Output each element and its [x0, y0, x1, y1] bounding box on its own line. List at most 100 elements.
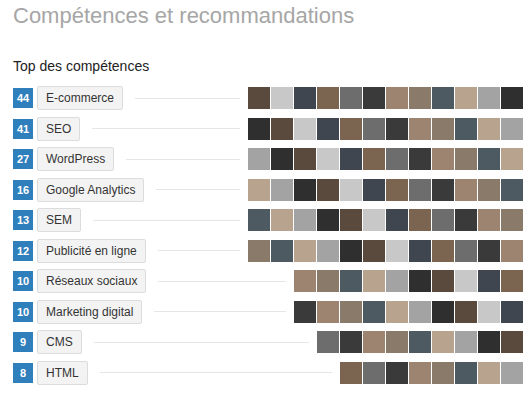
endorser-photo[interactable] — [478, 362, 500, 384]
endorser-photo[interactable] — [478, 240, 500, 262]
endorser-photo[interactable] — [409, 209, 431, 231]
endorser-photo[interactable] — [363, 270, 385, 292]
endorser-photo[interactable] — [386, 331, 408, 353]
endorser-photo[interactable] — [432, 87, 454, 109]
endorser-photo[interactable] — [432, 270, 454, 292]
endorser-photo[interactable] — [317, 240, 339, 262]
endorser-photo[interactable] — [455, 209, 477, 231]
endorser-photo[interactable] — [455, 87, 477, 109]
endorser-photo[interactable] — [294, 209, 316, 231]
endorser-photo[interactable] — [409, 331, 431, 353]
endorsement-count[interactable]: 16 — [13, 180, 33, 200]
endorsement-count[interactable]: 41 — [13, 119, 33, 139]
endorser-photo[interactable] — [478, 270, 500, 292]
endorser-photo[interactable] — [432, 148, 454, 170]
endorser-photo[interactable] — [386, 270, 408, 292]
endorser-photo[interactable] — [386, 118, 408, 140]
endorser-photo[interactable] — [455, 148, 477, 170]
endorser-photo[interactable] — [386, 209, 408, 231]
endorser-photo[interactable] — [455, 362, 477, 384]
endorser-photo[interactable] — [455, 179, 477, 201]
endorser-photo[interactable] — [248, 240, 270, 262]
skill-label[interactable]: Réseaux sociaux — [37, 269, 146, 293]
endorser-photo[interactable] — [455, 331, 477, 353]
endorser-photo[interactable] — [386, 148, 408, 170]
endorser-photo[interactable] — [248, 209, 270, 231]
endorser-photo[interactable] — [271, 118, 293, 140]
endorser-photo[interactable] — [501, 331, 523, 353]
endorser-photo[interactable] — [271, 240, 293, 262]
endorser-photo[interactable] — [409, 301, 431, 323]
endorser-photo[interactable] — [317, 87, 339, 109]
endorser-photo[interactable] — [478, 179, 500, 201]
endorser-photo[interactable] — [340, 362, 362, 384]
endorser-photo[interactable] — [294, 240, 316, 262]
endorser-photo[interactable] — [363, 179, 385, 201]
skill-label[interactable]: CMS — [37, 330, 82, 354]
endorser-photo[interactable] — [317, 179, 339, 201]
endorser-photo[interactable] — [501, 148, 523, 170]
endorser-photo[interactable] — [409, 148, 431, 170]
skill-label[interactable]: SEM — [37, 208, 81, 232]
endorsement-count[interactable]: 13 — [13, 210, 33, 230]
endorser-photo[interactable] — [432, 301, 454, 323]
endorser-photo[interactable] — [363, 118, 385, 140]
skill-label[interactable]: SEO — [37, 117, 80, 141]
endorser-photo[interactable] — [455, 270, 477, 292]
endorser-photo[interactable] — [478, 301, 500, 323]
skill-label[interactable]: E-commerce — [37, 86, 123, 110]
endorsement-count[interactable]: 10 — [13, 271, 33, 291]
endorser-photo[interactable] — [294, 87, 316, 109]
endorser-photo[interactable] — [248, 118, 270, 140]
endorser-photo[interactable] — [248, 179, 270, 201]
skill-label[interactable]: Publicité en ligne — [37, 239, 146, 263]
endorser-photo[interactable] — [501, 301, 523, 323]
endorser-photo[interactable] — [455, 118, 477, 140]
endorser-photo[interactable] — [432, 179, 454, 201]
endorser-photo[interactable] — [340, 148, 362, 170]
endorser-photo[interactable] — [340, 209, 362, 231]
skill-label[interactable]: Marketing digital — [37, 300, 142, 324]
endorser-photo[interactable] — [501, 362, 523, 384]
endorser-photo[interactable] — [317, 148, 339, 170]
skill-label[interactable]: HTML — [37, 361, 88, 385]
endorser-photo[interactable] — [386, 362, 408, 384]
endorser-photo[interactable] — [294, 270, 316, 292]
endorser-photo[interactable] — [340, 301, 362, 323]
endorser-photo[interactable] — [363, 87, 385, 109]
endorser-photo[interactable] — [478, 87, 500, 109]
skill-label[interactable]: WordPress — [37, 147, 114, 171]
skill-label[interactable]: Google Analytics — [37, 178, 144, 202]
endorsement-count[interactable]: 27 — [13, 149, 33, 169]
endorser-photo[interactable] — [340, 240, 362, 262]
endorser-photo[interactable] — [340, 331, 362, 353]
endorsement-count[interactable]: 44 — [13, 88, 33, 108]
endorser-photo[interactable] — [432, 118, 454, 140]
endorser-photo[interactable] — [294, 118, 316, 140]
endorser-photo[interactable] — [501, 87, 523, 109]
endorsement-count[interactable]: 8 — [13, 363, 33, 383]
endorser-photo[interactable] — [363, 331, 385, 353]
endorser-photo[interactable] — [478, 209, 500, 231]
endorser-photo[interactable] — [363, 301, 385, 323]
endorser-photo[interactable] — [317, 301, 339, 323]
endorser-photo[interactable] — [340, 118, 362, 140]
endorser-photo[interactable] — [455, 240, 477, 262]
endorser-photo[interactable] — [363, 209, 385, 231]
endorser-photo[interactable] — [363, 148, 385, 170]
endorser-photo[interactable] — [501, 209, 523, 231]
endorser-photo[interactable] — [363, 240, 385, 262]
endorser-photo[interactable] — [317, 270, 339, 292]
endorser-photo[interactable] — [432, 240, 454, 262]
endorser-photo[interactable] — [478, 118, 500, 140]
endorser-photo[interactable] — [340, 179, 362, 201]
endorser-photo[interactable] — [248, 148, 270, 170]
endorser-photo[interactable] — [294, 148, 316, 170]
endorser-photo[interactable] — [432, 331, 454, 353]
endorser-photo[interactable] — [363, 362, 385, 384]
endorser-photo[interactable] — [409, 118, 431, 140]
endorser-photo[interactable] — [271, 209, 293, 231]
endorser-photo[interactable] — [501, 270, 523, 292]
endorser-photo[interactable] — [478, 148, 500, 170]
endorser-photo[interactable] — [386, 240, 408, 262]
